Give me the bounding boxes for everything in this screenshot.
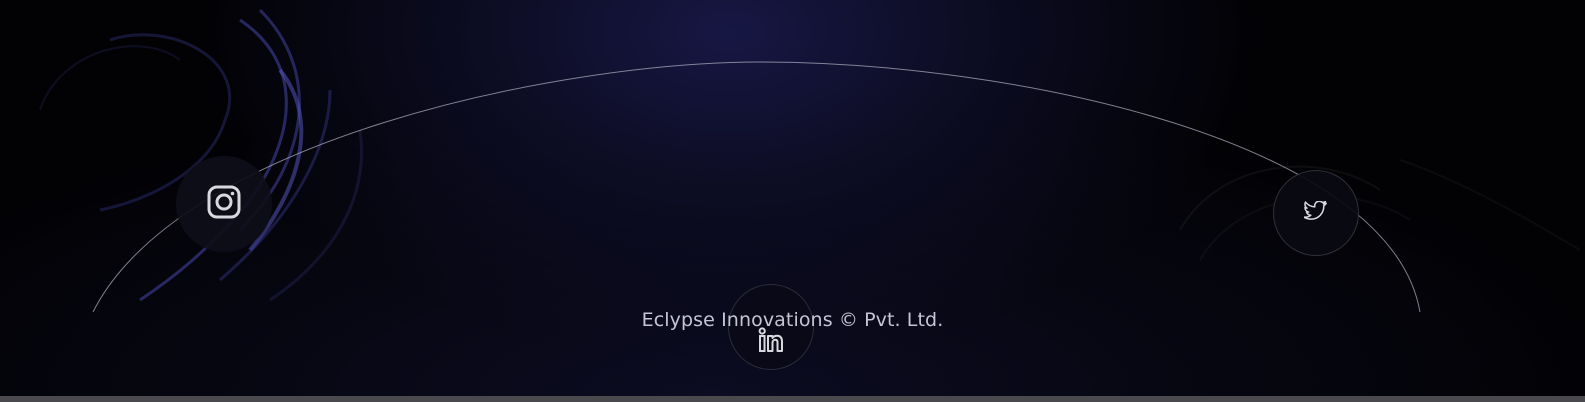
twitter-icon	[1303, 199, 1328, 226]
swirl-pattern-left	[39, 8, 363, 302]
linkedin-icon	[758, 326, 784, 358]
instagram-icon	[206, 184, 242, 225]
instagram-link[interactable]	[176, 156, 272, 252]
twitter-link[interactable]	[1273, 170, 1359, 256]
swirl-pattern-right	[1179, 159, 1581, 261]
bottom-divider	[0, 396, 1585, 402]
footer: Eclypse Innovations © Pvt. Ltd.	[0, 0, 1585, 396]
copyright-text: Eclypse Innovations © Pvt. Ltd.	[641, 309, 944, 331]
